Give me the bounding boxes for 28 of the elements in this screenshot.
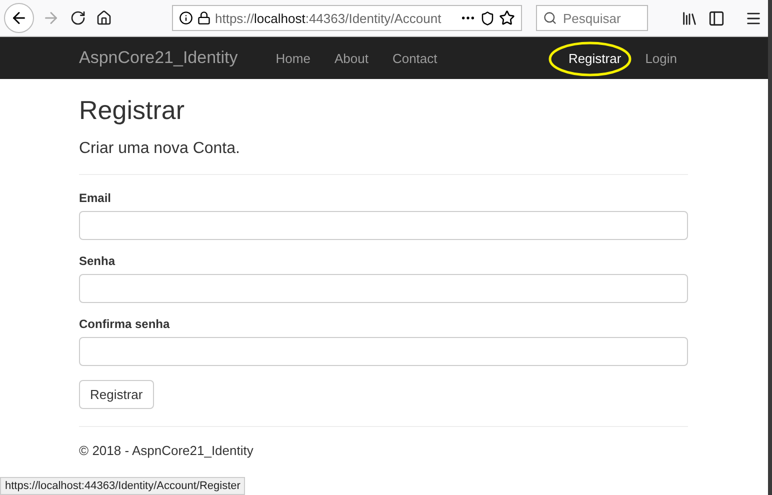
library-icon[interactable]	[681, 10, 698, 26]
field-label: Email	[79, 191, 112, 205]
page-subtitle: Criar uma nova Conta.	[79, 140, 241, 158]
shield-icon[interactable]	[480, 10, 495, 26]
nav-link[interactable]: Contact	[380, 50, 450, 66]
input-field[interactable]	[79, 337, 688, 366]
status-bar: https://localhost:44363/Identity/Account/Register	[0, 477, 246, 495]
nav-link[interactable]: Login	[633, 50, 689, 66]
info-icon	[179, 11, 193, 25]
search-icon	[543, 11, 557, 25]
address-bar[interactable]: https://localhost:44363/Identity/Account	[172, 5, 522, 31]
field-label: Confirma senha	[79, 317, 171, 331]
sidebar-icon[interactable]	[708, 10, 725, 26]
input-field[interactable]	[79, 274, 688, 303]
nav-link[interactable]: Home	[264, 50, 322, 66]
bookmark-icon[interactable]	[499, 10, 515, 26]
register-button[interactable]: Registrar	[79, 380, 154, 409]
footer-text: © 2018 - AspnCore21_Identity	[79, 443, 254, 458]
home-icon[interactable]	[96, 10, 112, 26]
page-title: Registrar	[79, 95, 186, 126]
reload-icon[interactable]	[70, 10, 86, 26]
search-field[interactable]: Pesquisar	[536, 5, 648, 31]
back-button[interactable]	[4, 3, 34, 33]
nav-link[interactable]: About	[322, 50, 380, 66]
input-field[interactable]	[79, 211, 688, 240]
lock-icon	[197, 11, 211, 25]
brand-link[interactable]: AspnCore21_Identity	[79, 48, 238, 68]
field-label: Senha	[79, 254, 116, 268]
